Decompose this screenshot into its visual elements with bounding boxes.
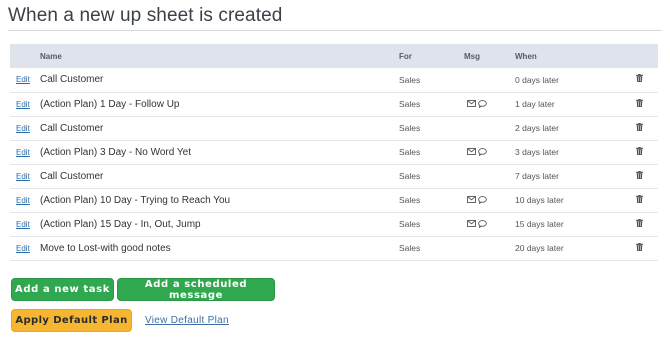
task-msg xyxy=(464,116,515,140)
add-scheduled-message-button[interactable]: Add a scheduled message xyxy=(117,278,275,301)
task-for: Sales xyxy=(399,99,421,109)
view-default-plan-link[interactable]: View Default Plan xyxy=(145,315,229,326)
table-row: Edit (Action Plan) 10 Day - Trying to Rea… xyxy=(10,188,658,212)
chat-bubble-icon xyxy=(478,147,487,156)
table-row: Edit Call Customer Sales 7 days later xyxy=(10,164,658,188)
header-msg: Msg xyxy=(464,51,480,61)
task-table: Name For Msg When Edit Call Customer Sales… xyxy=(10,44,658,261)
task-msg xyxy=(464,164,515,188)
table-row: Edit (Action Plan) 15 Day - In, Out, Jump… xyxy=(10,212,658,236)
trash-icon[interactable] xyxy=(636,194,643,203)
trash-icon[interactable] xyxy=(636,218,643,227)
task-when: 10 days later xyxy=(515,195,564,205)
task-name: (Action Plan) 3 Day - No Word Yet xyxy=(40,146,191,158)
header-when: When xyxy=(515,51,537,61)
task-when: 1 day later xyxy=(515,99,555,109)
task-for: Sales xyxy=(399,74,421,85)
task-for: Sales xyxy=(399,171,421,181)
task-msg xyxy=(464,212,515,236)
task-name: Move to Lost-with good notes xyxy=(40,242,171,254)
table-row: Edit Call Customer Sales 0 days later xyxy=(10,68,658,92)
task-name: (Action Plan) 1 Day - Follow Up xyxy=(40,98,180,110)
table-header-row: Name For Msg When xyxy=(10,44,658,68)
trash-icon[interactable] xyxy=(636,242,643,251)
edit-link[interactable]: Edit xyxy=(16,100,30,109)
task-when: 15 days later xyxy=(515,219,564,229)
task-msg xyxy=(464,188,515,212)
task-when: 3 days later xyxy=(515,147,559,157)
header-delete xyxy=(636,44,658,68)
title-divider xyxy=(8,30,662,31)
envelope-icon xyxy=(467,148,476,155)
table-row: Edit (Action Plan) 3 Day - No Word Yet Sal… xyxy=(10,140,658,164)
envelope-icon xyxy=(467,220,476,227)
chat-bubble-icon xyxy=(478,195,487,204)
apply-default-plan-button[interactable]: Apply Default Plan xyxy=(11,309,132,332)
task-for: Sales xyxy=(399,219,421,229)
trash-icon[interactable] xyxy=(636,98,643,107)
chat-bubble-icon xyxy=(478,219,487,228)
chat-bubble-icon xyxy=(478,99,487,108)
header-for: For xyxy=(399,51,412,61)
header-edit xyxy=(10,44,40,68)
table-row: Edit Move to Lost-with good notes Sales 20 … xyxy=(10,236,658,260)
envelope-icon xyxy=(467,100,476,107)
task-for: Sales xyxy=(399,123,421,133)
task-msg xyxy=(464,68,515,92)
header-name: Name xyxy=(40,51,62,61)
edit-link[interactable]: Edit xyxy=(16,220,30,229)
trash-icon[interactable] xyxy=(636,146,643,155)
envelope-icon xyxy=(467,196,476,203)
task-msg xyxy=(464,236,515,260)
edit-link[interactable]: Edit xyxy=(16,244,30,253)
task-name: Call Customer xyxy=(40,122,104,134)
add-task-button[interactable]: Add a new task xyxy=(11,278,114,301)
task-name: (Action Plan) 10 Day - Trying to Reach Y… xyxy=(40,194,231,206)
task-when: 0 days later xyxy=(515,74,559,85)
trash-icon[interactable] xyxy=(636,122,643,131)
edit-link[interactable]: Edit xyxy=(16,148,30,157)
task-msg xyxy=(464,92,515,116)
task-rows: Edit Call Customer Sales 0 days later Edit (A… xyxy=(10,68,658,260)
task-for: Sales xyxy=(399,195,421,205)
edit-link[interactable]: Edit xyxy=(16,196,30,205)
task-for: Sales xyxy=(399,147,421,157)
edit-link[interactable]: Edit xyxy=(16,124,30,133)
table-row: Edit Call Customer Sales 2 days later xyxy=(10,116,658,140)
task-when: 2 days later xyxy=(515,123,559,133)
task-msg xyxy=(464,140,515,164)
table-row: Edit (Action Plan) 1 Day - Follow Up Sales… xyxy=(10,92,658,116)
trash-icon[interactable] xyxy=(636,170,643,179)
task-name: Call Customer xyxy=(40,74,104,86)
edit-link[interactable]: Edit xyxy=(16,172,30,181)
trash-icon[interactable] xyxy=(636,74,643,83)
edit-link[interactable]: Edit xyxy=(16,75,30,84)
task-when: 20 days later xyxy=(515,243,564,253)
task-for: Sales xyxy=(399,243,421,253)
task-name: (Action Plan) 15 Day - In, Out, Jump xyxy=(40,218,201,230)
task-name: Call Customer xyxy=(40,170,104,182)
page-title: When a new up sheet is created xyxy=(8,5,283,26)
task-when: 7 days later xyxy=(515,171,559,181)
